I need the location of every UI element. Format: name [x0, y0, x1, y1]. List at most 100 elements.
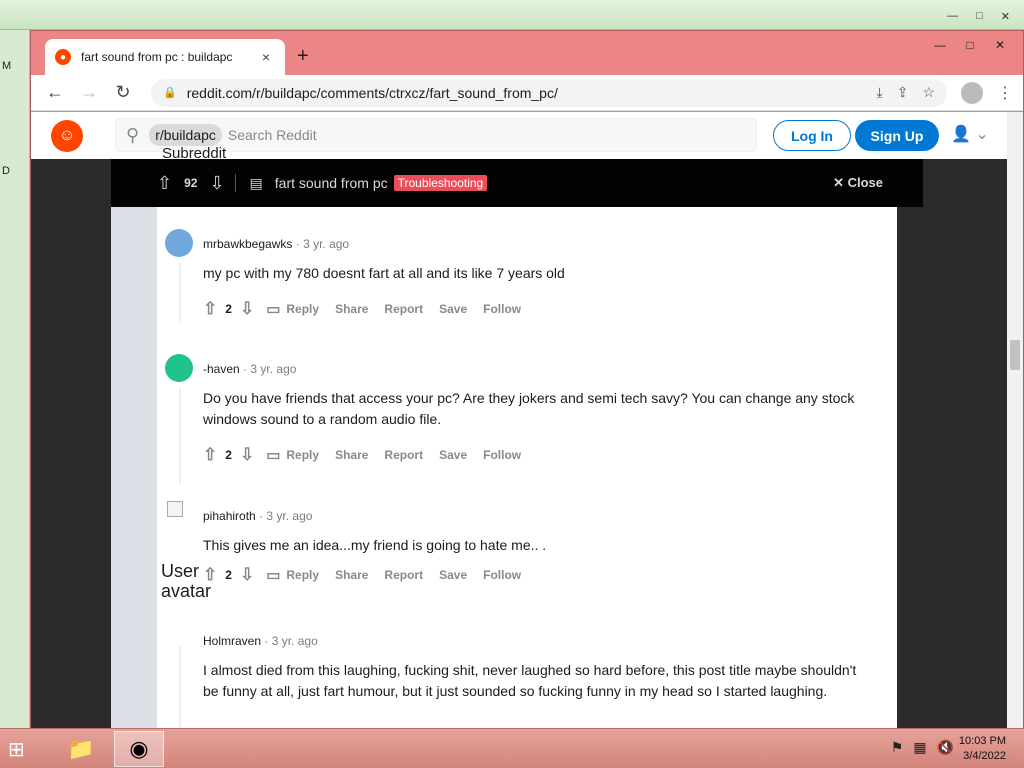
share-button[interactable]: Share — [335, 302, 368, 316]
tab-reddit[interactable]: ● fart sound from pc : buildapc × — [45, 39, 285, 75]
page-scrollbar[interactable] — [1007, 112, 1023, 729]
browser-toolbar: ← → ↻ 🔒 reddit.com/r/buildapc/comments/c… — [31, 75, 1023, 111]
reply-button[interactable]: Reply — [286, 302, 319, 316]
save-button[interactable]: Save — [439, 302, 467, 316]
upvote-icon[interactable]: ⇧ — [157, 173, 172, 194]
post-flair[interactable]: Troubleshooting — [393, 175, 488, 191]
comment-body: my pc with my 780 doesnt fart at all and… — [203, 265, 565, 281]
upvote-icon[interactable]: ⇧ — [203, 299, 217, 319]
comment-meta: Holmraven · 3 yr. ago — [203, 634, 318, 648]
comment-meta: pihahiroth · 3 yr. ago — [203, 509, 313, 523]
comment-actions: ⇧ 2 ⇩ ▭ Reply Share Report Save Follow — [203, 299, 521, 319]
comment-score: 2 — [225, 302, 232, 316]
post-vote-count: 92 — [184, 176, 198, 190]
reply-icon[interactable]: ▭ — [266, 446, 280, 464]
thread-line[interactable] — [179, 646, 181, 729]
clock-time: 10:03 PM — [958, 735, 1006, 747]
follow-button[interactable]: Follow — [483, 568, 521, 582]
log-in-button[interactable]: Log In — [773, 120, 851, 151]
follow-button[interactable]: Follow — [483, 302, 521, 316]
comments-area: mrbawkbegawks · 3 yr. ago my pc with my … — [111, 207, 897, 729]
minimize-icon[interactable]: — — [947, 10, 958, 23]
share-button[interactable]: Share — [335, 448, 368, 462]
post-top-bar: ⇧ 92 ⇩ ▤ fart sound from pc Troubleshoot… — [111, 159, 923, 207]
reply-button[interactable]: Reply — [286, 568, 319, 582]
kebab-menu-icon[interactable]: ⋮ — [997, 83, 1013, 103]
thread-line[interactable] — [179, 263, 181, 323]
action-center-flag-icon[interactable]: ⚑ — [891, 739, 904, 756]
divider — [234, 174, 236, 192]
reddit-logo-icon[interactable]: ☺ — [51, 119, 83, 152]
bookmark-star-icon[interactable]: ☆ — [922, 84, 935, 101]
comment-author[interactable]: -haven — [203, 362, 240, 376]
background-window-controls[interactable]: — □ ✕ — [947, 10, 1010, 23]
upvote-icon[interactable]: ⇧ — [203, 445, 217, 465]
network-icon[interactable]: ▦ — [913, 739, 926, 756]
close-window-button[interactable]: ✕ — [985, 35, 1015, 55]
reply-icon[interactable]: ▭ — [266, 566, 280, 584]
comment-author[interactable]: Holmraven — [203, 634, 261, 648]
comment-body: I almost died from this laughing, fuckin… — [203, 662, 857, 699]
comment-author[interactable]: pihahiroth — [203, 509, 256, 523]
sign-up-button[interactable]: Sign Up — [855, 120, 939, 151]
share-icon[interactable]: ⇪ — [897, 84, 909, 101]
broken-avatar-image[interactable] — [167, 501, 183, 517]
reddit-page: ☺ ⚲ r/buildapc Subreddit Search Reddit L… — [31, 112, 1023, 729]
lock-icon[interactable]: 🔒 — [163, 86, 177, 99]
new-tab-button[interactable]: + — [297, 45, 309, 68]
back-arrow-icon[interactable]: ← — [41, 79, 69, 107]
comment-author[interactable]: mrbawkbegawks — [203, 237, 292, 251]
post-title[interactable]: fart sound from pc — [275, 175, 388, 191]
maximize-icon[interactable]: □ — [976, 10, 983, 23]
chrome-taskbar-icon[interactable]: ◉ — [114, 731, 164, 767]
minimize-button[interactable]: — — [925, 35, 955, 55]
taskbar-clock[interactable]: 10:03 PM 3/4/2022 — [959, 734, 1006, 764]
share-button[interactable]: Share — [335, 568, 368, 582]
downvote-icon[interactable]: ⇩ — [240, 299, 254, 319]
follow-button[interactable]: Follow — [483, 448, 521, 462]
volume-muted-icon[interactable]: 🔇 — [937, 739, 954, 756]
windows-start-icon[interactable]: ⊞ — [8, 737, 38, 761]
save-button[interactable]: Save — [439, 448, 467, 462]
snoo-avatar-icon[interactable] — [165, 229, 193, 257]
comment-time[interactable]: 3 yr. ago — [250, 362, 296, 376]
close-post-button[interactable]: ✕ Close — [833, 175, 883, 191]
search-input[interactable]: Search Reddit — [228, 127, 317, 143]
url-text[interactable]: reddit.com/r/buildapc/comments/ctrxcz/fa… — [187, 85, 863, 101]
comment-time[interactable]: 3 yr. ago — [272, 634, 318, 648]
browser-window: ● fart sound from pc : buildapc × + — □ … — [30, 30, 1024, 730]
downvote-icon[interactable]: ⇩ — [209, 173, 224, 194]
report-button[interactable]: Report — [384, 448, 423, 462]
comments-card: mrbawkbegawks · 3 yr. ago my pc with my … — [157, 207, 897, 729]
comment-time[interactable]: 3 yr. ago — [303, 237, 349, 251]
reddit-header: ☺ ⚲ r/buildapc Subreddit Search Reddit L… — [31, 112, 1023, 162]
downvote-icon[interactable]: ⇩ — [240, 565, 254, 585]
subreddit-chip[interactable]: r/buildapc — [149, 124, 222, 146]
maximize-button[interactable]: □ — [955, 35, 985, 55]
comment-time[interactable]: 3 yr. ago — [266, 509, 312, 523]
search-bar[interactable]: ⚲ r/buildapc Subreddit Search Reddit — [115, 118, 757, 162]
profile-avatar-icon[interactable] — [961, 81, 983, 104]
address-bar[interactable]: 🔒 reddit.com/r/buildapc/comments/ctrxcz/… — [151, 78, 947, 107]
save-button[interactable]: Save — [439, 568, 467, 582]
thread-line[interactable] — [179, 388, 181, 484]
comment-body: This gives me an idea...my friend is goi… — [203, 537, 547, 553]
desktop-label-2: D — [2, 165, 10, 177]
reload-icon[interactable]: ↻ — [109, 79, 137, 107]
reply-button[interactable]: Reply — [286, 448, 319, 462]
forward-arrow-icon[interactable]: → — [75, 79, 103, 107]
downvote-icon[interactable]: ⇩ — [240, 445, 254, 465]
tab-close-icon[interactable]: × — [257, 49, 275, 65]
comment-score: 2 — [225, 568, 232, 582]
file-explorer-icon[interactable]: 📁 — [56, 731, 106, 767]
close-icon[interactable]: ✕ — [1001, 10, 1010, 23]
report-button[interactable]: Report — [384, 302, 423, 316]
user-menu-icon[interactable]: 👤 ⌄ — [951, 124, 989, 144]
post-document-icon: ▤ — [249, 174, 263, 191]
reply-icon[interactable]: ▭ — [266, 300, 280, 318]
report-button[interactable]: Report — [384, 568, 423, 582]
snoo-avatar-icon[interactable] — [165, 354, 193, 382]
window-controls: — □ ✕ — [925, 35, 1015, 55]
install-app-icon[interactable]: ⤓ — [877, 84, 883, 101]
scrollbar-thumb[interactable] — [1010, 340, 1020, 370]
